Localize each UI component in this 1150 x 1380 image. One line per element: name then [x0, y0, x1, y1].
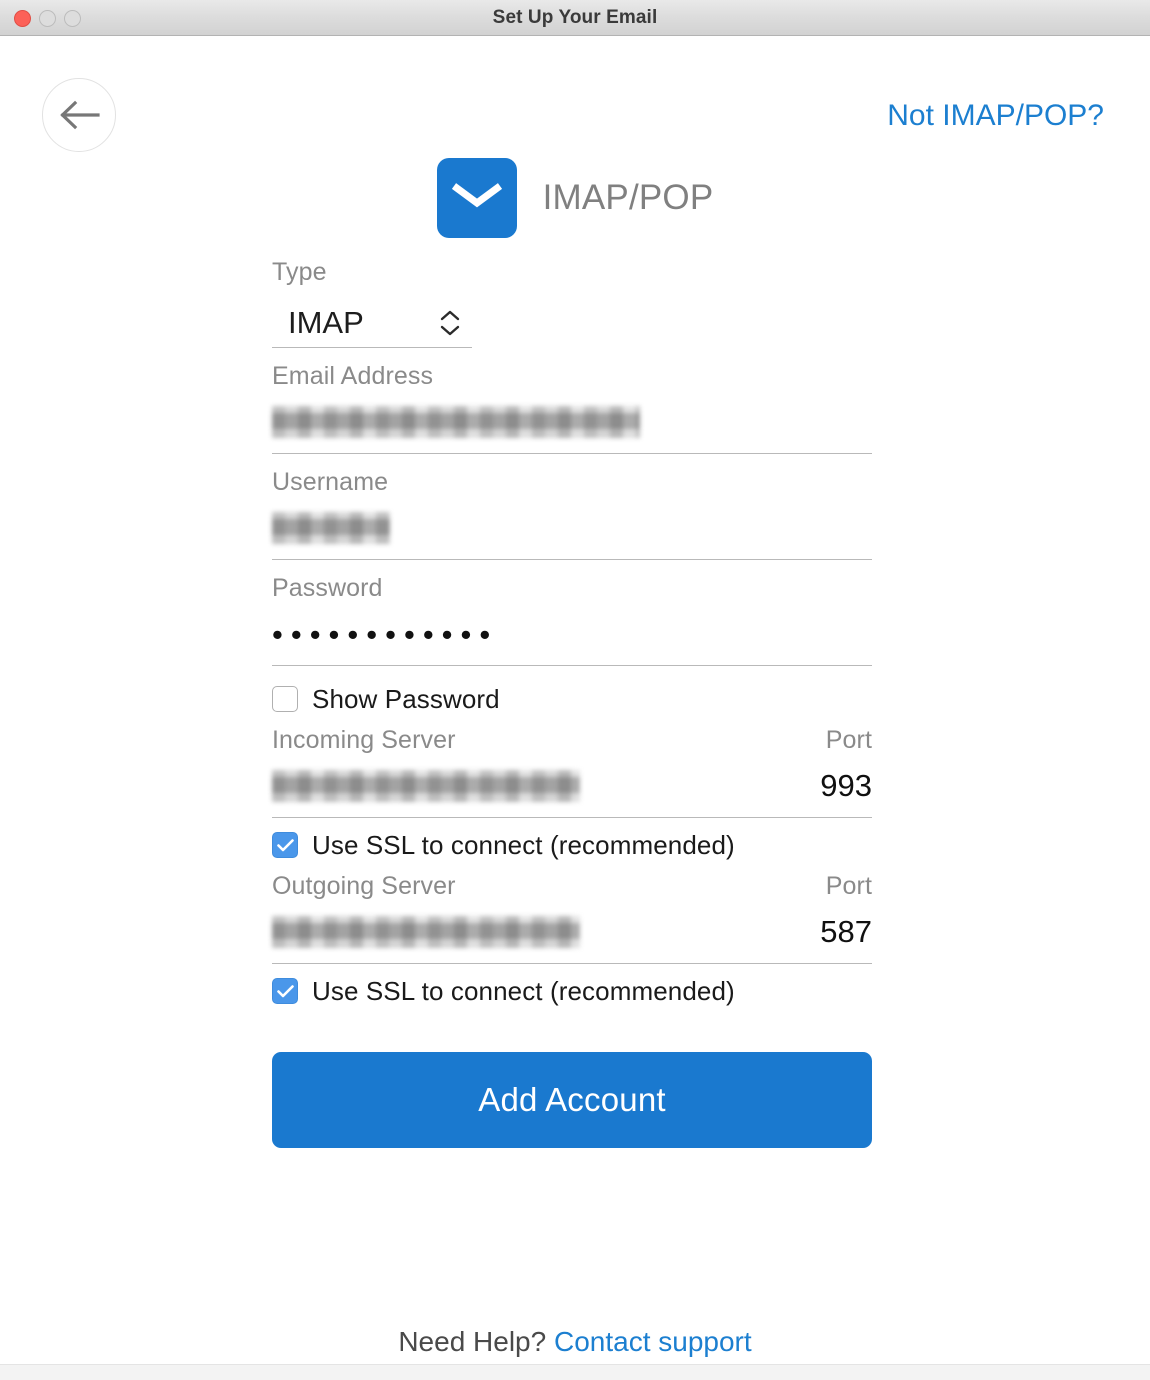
outgoing-ssl-checkbox-row[interactable]: Use SSL to connect (recommended) [272, 964, 872, 1018]
email-address-redacted-value [272, 406, 640, 438]
username-input[interactable] [272, 497, 872, 559]
incoming-port-value[interactable]: 993 [820, 768, 872, 804]
type-select-box[interactable]: IMAP [272, 299, 472, 347]
chevron-updown-icon[interactable] [440, 310, 464, 336]
incoming-ssl-label: Use SSL to connect (recommended) [312, 829, 735, 860]
minimize-window-button[interactable] [39, 9, 56, 27]
window-footer-strip [0, 1364, 1150, 1380]
envelope-icon [436, 158, 517, 238]
incoming-server-redacted-value [272, 770, 580, 802]
type-select[interactable]: IMAP [272, 299, 472, 348]
password-input[interactable]: •••••••••••• [272, 603, 872, 665]
brand-title: IMAP/POP [542, 178, 714, 217]
incoming-ssl-checkbox[interactable] [272, 832, 298, 858]
username-label: Username [272, 468, 389, 496]
incoming-server-row[interactable]: 993 [272, 755, 872, 817]
email-address-label: Email Address [272, 362, 434, 390]
window-content: Not IMAP/POP? IMAP/POP Type IMAP Email A… [0, 36, 1150, 1380]
maximize-window-button[interactable] [64, 9, 81, 27]
arrow-left-icon [58, 99, 100, 131]
outgoing-server-labels: Outgoing Server Port [272, 872, 872, 901]
not-imap-pop-link[interactable]: Not IMAP/POP? [887, 99, 1104, 133]
close-window-button[interactable] [14, 9, 31, 27]
outgoing-server-label: Outgoing Server [272, 872, 456, 900]
password-masked-value: •••••••••••• [272, 616, 499, 652]
incoming-server-labels: Incoming Server Port [272, 726, 872, 755]
help-footer: Need Help? Contact support [0, 1326, 1150, 1358]
show-password-checkbox-row[interactable]: Show Password [272, 672, 872, 726]
incoming-port-label: Port [825, 726, 872, 754]
need-help-text: Need Help? [398, 1326, 554, 1357]
contact-support-link[interactable]: Contact support [554, 1326, 752, 1357]
email-address-input[interactable] [272, 391, 872, 453]
incoming-ssl-checkbox-row[interactable]: Use SSL to connect (recommended) [272, 818, 872, 872]
back-button[interactable] [42, 78, 116, 152]
show-password-label: Show Password [312, 683, 500, 714]
incoming-server-label: Incoming Server [272, 726, 456, 754]
outgoing-port-label: Port [825, 872, 872, 900]
type-label: Type [272, 258, 327, 286]
window-controls [14, 0, 81, 36]
outgoing-ssl-label: Use SSL to connect (recommended) [312, 975, 735, 1006]
outgoing-ssl-checkbox[interactable] [272, 978, 298, 1004]
username-redacted-value [272, 512, 390, 544]
show-password-checkbox[interactable] [272, 686, 298, 712]
outgoing-port-value[interactable]: 587 [820, 914, 872, 950]
password-label: Password [272, 574, 383, 602]
outgoing-server-row[interactable]: 587 [272, 901, 872, 963]
window-titlebar: Set Up Your Email [0, 0, 1150, 36]
imap-pop-form: Type IMAP Email Address Username Passwor… [272, 258, 872, 1148]
setup-email-window: Set Up Your Email Not IMAP/POP? IMAP/POP [0, 0, 1150, 1380]
type-select-value: IMAP [288, 305, 364, 340]
brand-header: IMAP/POP [0, 158, 1150, 238]
add-account-button[interactable]: Add Account [272, 1052, 872, 1148]
window-title: Set Up Your Email [492, 6, 658, 28]
outgoing-server-redacted-value [272, 916, 580, 948]
